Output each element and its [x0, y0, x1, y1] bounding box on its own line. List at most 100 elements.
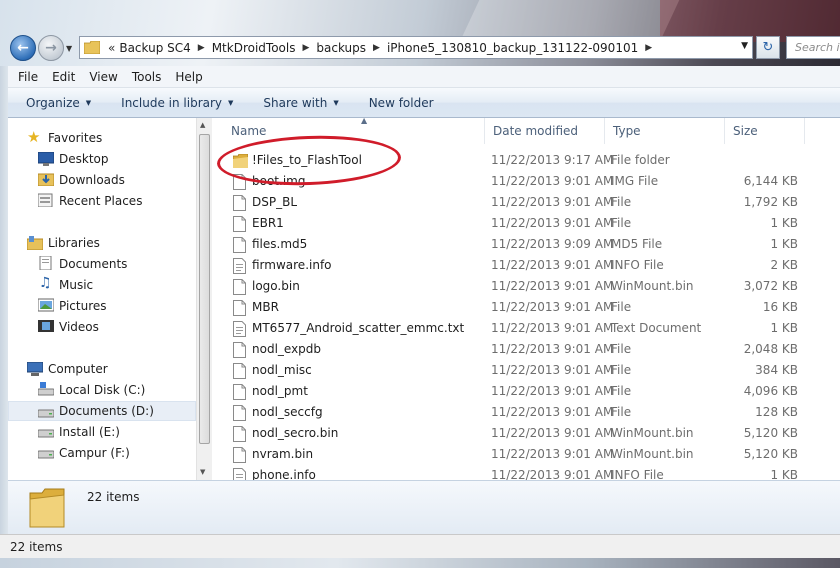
- file-row[interactable]: phone.info 11/22/2013 9:01 AM INFO File 1 K…: [212, 465, 840, 480]
- column-size-label: Size: [733, 124, 758, 138]
- file-row[interactable]: nodl_seccfg 11/22/2013 9:01 AM File 128 KB: [212, 402, 840, 423]
- file-date-modified: 11/22/2013 9:01 AM: [491, 468, 614, 480]
- file-row[interactable]: logo.bin 11/22/2013 9:01 AM WinMount.bin 3,…: [212, 276, 840, 297]
- menu-tools[interactable]: Tools: [132, 70, 162, 84]
- file-date-modified: 11/22/2013 9:01 AM: [491, 174, 614, 188]
- nav-item-recent-places[interactable]: Recent Places: [8, 191, 196, 211]
- menu-file[interactable]: File: [18, 70, 38, 84]
- file-icon: [233, 426, 246, 442]
- nav-pane-scrollbar[interactable]: ▲ ▼: [196, 118, 212, 480]
- downloads-folder-icon: [38, 173, 54, 186]
- forward-button[interactable]: →: [38, 35, 64, 61]
- nav-favorites[interactable]: ★ Favorites: [8, 128, 196, 148]
- nav-item-documents[interactable]: Documents: [8, 254, 196, 274]
- nav-item-local-disk-c[interactable]: Local Disk (C:): [8, 380, 196, 400]
- address-overflow-chevron[interactable]: «: [108, 41, 115, 55]
- file-name: boot.img: [252, 174, 306, 188]
- nav-item-desktop[interactable]: Desktop: [8, 149, 196, 169]
- breadcrumb-separator-icon[interactable]: ▶: [302, 43, 309, 53]
- breadcrumb-separator-icon[interactable]: ▶: [645, 43, 652, 53]
- file-row[interactable]: firmware.info 11/22/2013 9:01 AM INFO File…: [212, 255, 840, 276]
- file-type: File: [611, 384, 632, 398]
- refresh-button[interactable]: ↻: [756, 36, 780, 59]
- folder-icon: [233, 154, 248, 168]
- organize-label: Organize: [26, 95, 80, 110]
- file-date-modified: 11/22/2013 9:01 AM: [491, 279, 614, 293]
- file-size: 3,072 KB: [743, 279, 798, 293]
- nav-item-pictures[interactable]: Pictures: [8, 296, 196, 316]
- scrollbar-thumb[interactable]: [199, 134, 210, 444]
- file-row[interactable]: nodl_expdb 11/22/2013 9:01 AM File 2,048 KB: [212, 339, 840, 360]
- file-row[interactable]: files.md5 11/22/2013 9:09 AM MD5 File 1 KB: [212, 234, 840, 255]
- file-type: File: [611, 216, 632, 230]
- breadcrumb-separator-icon[interactable]: ▶: [373, 43, 380, 53]
- back-button[interactable]: ←: [10, 35, 36, 61]
- search-input[interactable]: Search iP: [786, 36, 840, 59]
- organize-button[interactable]: Organize ▼: [26, 96, 91, 110]
- file-size: 1 KB: [770, 216, 798, 230]
- file-row[interactable]: nodl_pmt 11/22/2013 9:01 AM File 4,096 KB: [212, 381, 840, 402]
- breadcrumb-iphone5-backup[interactable]: iPhone5_130810_backup_131122-090101: [387, 41, 638, 55]
- file-name: DSP_BL: [252, 195, 298, 209]
- file-row[interactable]: nodl_misc 11/22/2013 9:01 AM File 384 KB: [212, 360, 840, 381]
- file-row[interactable]: !Files_to_FlashTool 11/22/2013 9:17 AM Fil…: [212, 150, 840, 171]
- column-header-size[interactable]: Size: [725, 118, 805, 144]
- file-date-modified: 11/22/2013 9:01 AM: [491, 300, 614, 314]
- file-name: nodl_misc: [252, 363, 312, 377]
- column-date-label: Date modified: [493, 124, 579, 138]
- column-header-name[interactable]: Name ▲: [223, 118, 485, 144]
- command-bar: Organize ▼ Include in library ▼ Share with…: [8, 88, 840, 118]
- file-size: 2,048 KB: [743, 342, 798, 356]
- breadcrumb-mtkdroidtools[interactable]: MtkDroidTools: [212, 41, 296, 55]
- file-row[interactable]: EBR1 11/22/2013 9:01 AM File 1 KB: [212, 213, 840, 234]
- share-with-button[interactable]: Share with ▼: [263, 96, 338, 110]
- breadcrumb-backups[interactable]: backups: [316, 41, 366, 55]
- address-bar[interactable]: « Backup SC4 ▶ MtkDroidTools ▶ backups ▶…: [79, 36, 753, 59]
- menu-help[interactable]: Help: [175, 70, 202, 84]
- documents-icon: [39, 256, 52, 270]
- scroll-up-icon[interactable]: ▲: [200, 121, 205, 129]
- address-history-dropdown-icon[interactable]: ▼: [741, 41, 748, 51]
- title-bar: ← → ▼ « Backup SC4 ▶ MtkDroidTools ▶ bac…: [0, 0, 840, 66]
- file-size: 4,096 KB: [743, 384, 798, 398]
- drive-icon: [38, 409, 54, 418]
- nav-computer[interactable]: Computer: [8, 359, 196, 379]
- file-date-modified: 11/22/2013 9:01 AM: [491, 195, 614, 209]
- nav-item-install-e[interactable]: Install (E:): [8, 422, 196, 442]
- explorer-window: ← → ▼ « Backup SC4 ▶ MtkDroidTools ▶ bac…: [0, 0, 840, 568]
- file-name: phone.info: [252, 468, 316, 480]
- column-header-type[interactable]: Type: [605, 118, 725, 144]
- include-in-library-label: Include in library: [121, 95, 223, 110]
- file-type: File folder: [611, 153, 670, 167]
- nav-item-videos[interactable]: Videos: [8, 317, 196, 337]
- file-row[interactable]: nodl_secro.bin 11/22/2013 9:01 AM WinMount…: [212, 423, 840, 444]
- nav-item-campur-f[interactable]: Campur (F:): [8, 443, 196, 463]
- menu-edit[interactable]: Edit: [52, 70, 75, 84]
- file-row[interactable]: nvram.bin 11/22/2013 9:01 AM WinMount.bin 5…: [212, 444, 840, 465]
- breadcrumb-separator-icon[interactable]: ▶: [198, 43, 205, 53]
- recent-pages-dropdown[interactable]: ▼: [66, 44, 72, 53]
- nav-item-downloads[interactable]: Downloads: [8, 170, 196, 190]
- libraries-icon: [27, 236, 43, 250]
- scroll-down-icon[interactable]: ▼: [200, 468, 205, 476]
- file-row[interactable]: MT6577_Android_scatter_emmc.txt 11/22/201…: [212, 318, 840, 339]
- menu-view[interactable]: View: [89, 70, 117, 84]
- file-type: WinMount.bin: [611, 447, 694, 461]
- file-date-modified: 11/22/2013 9:01 AM: [491, 447, 614, 461]
- nav-item-music[interactable]: ♫ Music: [8, 275, 196, 295]
- nav-item-documents-d[interactable]: Documents (D:): [8, 401, 196, 421]
- file-row[interactable]: DSP_BL 11/22/2013 9:01 AM File 1,792 KB: [212, 192, 840, 213]
- nav-item-label: Documents (D:): [59, 404, 154, 418]
- file-row[interactable]: boot.img 11/22/2013 9:01 AM IMG File 6,144 …: [212, 171, 840, 192]
- file-size: 128 KB: [755, 405, 798, 419]
- nav-libraries[interactable]: Libraries: [8, 233, 196, 253]
- breadcrumb-backup-sc4[interactable]: Backup SC4: [119, 41, 190, 55]
- include-in-library-button[interactable]: Include in library ▼: [121, 96, 233, 110]
- system-drive-icon: [38, 382, 54, 396]
- file-name: EBR1: [252, 216, 284, 230]
- nav-computer-label: Computer: [48, 362, 108, 376]
- new-folder-button[interactable]: New folder: [369, 96, 434, 110]
- column-header-date[interactable]: Date modified: [485, 118, 605, 144]
- sort-ascending-icon: ▲: [361, 118, 368, 125]
- file-row[interactable]: MBR 11/22/2013 9:01 AM File 16 KB: [212, 297, 840, 318]
